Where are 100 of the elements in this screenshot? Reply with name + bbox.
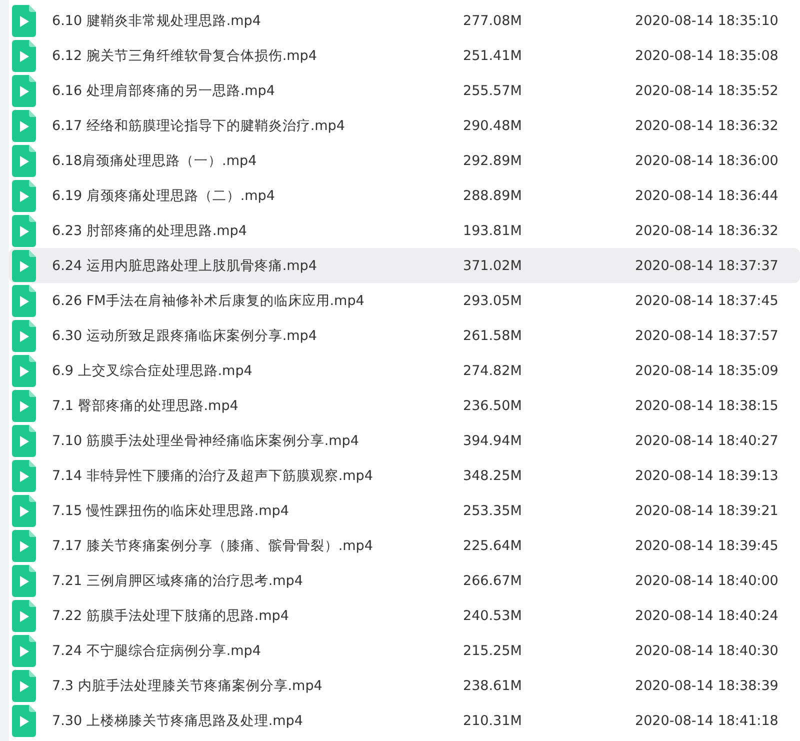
file-row[interactable]: 6.30 运动所致足跟疼痛临床案例分享.mp4 261.58M 2020-08-14 18:37:57 bbox=[9, 318, 800, 353]
file-size: 240.53M bbox=[463, 608, 523, 624]
file-name: 6.17 经络和筋膜理论指导下的腱鞘炎治疗.mp4 bbox=[52, 116, 346, 134]
modified-time: 2020-08-14 18:35:52 bbox=[635, 82, 778, 98]
file-name: 7.22 筋膜手法处理下肢痛的思路.mp4 bbox=[52, 606, 290, 624]
file-row[interactable]: 6.17 经络和筋膜理论指导下的腱鞘炎治疗.mp4 290.48M 2020-08-14 18:36:32 bbox=[9, 108, 800, 143]
video-file-icon bbox=[12, 354, 36, 386]
file-row[interactable]: 6.9 上交叉综合症处理思路.mp4 274.82M 2020-08-14 18:35:09 bbox=[9, 353, 800, 388]
file-size: 348.25M bbox=[463, 468, 523, 484]
file-row[interactable]: 7.1 臀部疼痛的处理思路.mp4 236.50M 2020-08-14 18:38:15 bbox=[9, 388, 800, 423]
file-name: 7.15 慢性踝扭伤的临床处理思路.mp4 bbox=[52, 502, 290, 520]
modified-time: 2020-08-14 18:40:27 bbox=[635, 432, 778, 448]
file-row[interactable]: 6.19 肩颈疼痛处理思路（二）.mp4 288.89M 2020-08-14 18:36:44 bbox=[9, 178, 800, 213]
file-row[interactable]: 6.10 腱鞘炎非常规处理思路.mp4 277.08M 2020-08-14 18:35:10 bbox=[9, 3, 800, 38]
file-row[interactable]: 7.21 三例肩胛区域疼痛的治疗思考.mp4 266.67M 2020-08-14 18:40:00 bbox=[9, 563, 800, 598]
file-name: 7.3 内脏手法处理膝关节疼痛案例分享.mp4 bbox=[52, 676, 324, 694]
file-size: 266.67M bbox=[463, 572, 523, 588]
file-size: 253.35M bbox=[463, 502, 523, 518]
video-file-icon bbox=[12, 284, 36, 316]
file-name: 7.14 非特异性下腰痛的治疗及超声下筋膜观察.mp4 bbox=[52, 466, 374, 484]
modified-time: 2020-08-14 18:39:13 bbox=[635, 468, 778, 484]
file-row[interactable]: 7.24 不宁腿综合症病例分享.mp4 215.25M 2020-08-14 18:40:30 bbox=[9, 633, 800, 668]
modified-time: 2020-08-14 18:40:24 bbox=[635, 608, 778, 624]
modified-time: 2020-08-14 18:36:44 bbox=[635, 188, 778, 204]
file-size: 261.58M bbox=[463, 328, 523, 344]
file-name: 7.21 三例肩胛区域疼痛的治疗思考.mp4 bbox=[52, 572, 304, 590]
video-file-icon bbox=[12, 214, 36, 246]
video-file-icon bbox=[12, 144, 36, 176]
file-row[interactable]: 7.15 慢性踝扭伤的临床处理思路.mp4 253.35M 2020-08-14 18:39:21 bbox=[9, 493, 800, 528]
video-file-icon bbox=[12, 634, 36, 666]
video-file-icon bbox=[12, 424, 36, 456]
file-size: 290.48M bbox=[463, 118, 523, 134]
file-row[interactable]: 7.14 非特异性下腰痛的治疗及超声下筋膜观察.mp4 348.25M 2020-08-14 18:39:13 bbox=[9, 458, 800, 493]
modified-time: 2020-08-14 18:37:37 bbox=[635, 258, 778, 274]
file-size: 274.82M bbox=[463, 362, 523, 378]
file-name: 6.10 腱鞘炎非常规处理思路.mp4 bbox=[52, 12, 262, 30]
modified-time: 2020-08-14 18:35:10 bbox=[635, 12, 778, 28]
modified-time: 2020-08-14 18:37:57 bbox=[635, 328, 778, 344]
file-size: 293.05M bbox=[463, 292, 523, 308]
file-size: 292.89M bbox=[463, 152, 523, 168]
file-row[interactable]: 6.16 处理肩部疼痛的另一思路.mp4 255.57M 2020-08-14 18:35:52 bbox=[9, 73, 800, 108]
modified-time: 2020-08-14 18:35:08 bbox=[635, 48, 778, 64]
modified-time: 2020-08-14 18:38:39 bbox=[635, 678, 778, 694]
file-size: 238.61M bbox=[463, 678, 523, 694]
file-name: 7.17 膝关节疼痛案例分享（膝痛、髌骨骨裂）.mp4 bbox=[52, 536, 374, 554]
file-row[interactable]: 7.3 内脏手法处理膝关节疼痛案例分享.mp4 238.61M 2020-08-14 18:38:39 bbox=[9, 668, 800, 703]
file-size: 394.94M bbox=[463, 432, 523, 448]
file-size: 277.08M bbox=[463, 12, 523, 28]
file-size: 225.64M bbox=[463, 538, 523, 554]
file-name: 6.19 肩颈疼痛处理思路（二）.mp4 bbox=[52, 186, 276, 204]
file-size: 236.50M bbox=[463, 398, 523, 414]
video-file-icon bbox=[12, 110, 36, 142]
video-file-icon bbox=[12, 74, 36, 106]
video-file-icon bbox=[12, 390, 36, 422]
file-row[interactable]: 6.12 腕关节三角纤维软骨复合体损伤.mp4 251.41M 2020-08-14 18:35:08 bbox=[9, 38, 800, 73]
file-size: 251.41M bbox=[463, 48, 523, 64]
video-file-icon bbox=[12, 494, 36, 526]
video-file-icon bbox=[12, 460, 36, 492]
file-row[interactable]: 7.30 上楼梯膝关节疼痛思路及处理.mp4 210.31M 2020-08-14 18:41:18 bbox=[9, 703, 800, 738]
file-row[interactable]: 6.18肩颈痛处理思路（一）.mp4 292.89M 2020-08-14 18:36:00 bbox=[9, 143, 800, 178]
file-size: 210.31M bbox=[463, 712, 523, 728]
file-size: 288.89M bbox=[463, 188, 523, 204]
modified-time: 2020-08-14 18:35:09 bbox=[635, 362, 778, 378]
modified-time: 2020-08-14 18:41:18 bbox=[635, 712, 778, 728]
modified-time: 2020-08-14 18:40:00 bbox=[635, 572, 778, 588]
file-row[interactable]: 6.23 肘部疼痛的处理思路.mp4 193.81M 2020-08-14 18:36:32 bbox=[9, 213, 800, 248]
video-file-icon bbox=[12, 600, 36, 632]
video-file-icon bbox=[12, 564, 36, 596]
file-name: 7.24 不宁腿综合症病例分享.mp4 bbox=[52, 642, 262, 660]
video-file-icon bbox=[12, 40, 36, 72]
file-name: 6.18肩颈痛处理思路（一）.mp4 bbox=[52, 152, 258, 170]
file-size: 255.57M bbox=[463, 82, 523, 98]
video-file-icon bbox=[12, 704, 36, 736]
file-row[interactable]: 7.10 筋膜手法处理坐骨神经痛临床案例分享.mp4 394.94M 2020-08-14 18:40:27 bbox=[9, 423, 800, 458]
file-row[interactable]: 7.17 膝关节疼痛案例分享（膝痛、髌骨骨裂）.mp4 225.64M 2020-08-14 18:39:45 bbox=[9, 528, 800, 563]
file-row[interactable]: 7.22 筋膜手法处理下肢痛的思路.mp4 240.53M 2020-08-14 18:40:24 bbox=[9, 598, 800, 633]
video-file-icon bbox=[12, 320, 36, 352]
modified-time: 2020-08-14 18:36:32 bbox=[635, 222, 778, 238]
modified-time: 2020-08-14 18:38:15 bbox=[635, 398, 778, 414]
file-name: 6.23 肘部疼痛的处理思路.mp4 bbox=[52, 222, 248, 240]
modified-time: 2020-08-14 18:39:45 bbox=[635, 538, 778, 554]
file-name: 6.9 上交叉综合症处理思路.mp4 bbox=[52, 362, 254, 380]
file-name: 6.26 FM手法在肩袖修补术后康复的临床应用.mp4 bbox=[52, 292, 366, 310]
file-name: 6.12 腕关节三角纤维软骨复合体损伤.mp4 bbox=[52, 46, 318, 64]
modified-time: 2020-08-14 18:36:32 bbox=[635, 118, 778, 134]
file-size: 371.02M bbox=[463, 258, 523, 274]
video-file-icon bbox=[12, 4, 36, 36]
video-file-icon bbox=[12, 670, 36, 702]
file-size: 215.25M bbox=[463, 642, 523, 658]
modified-time: 2020-08-14 18:40:30 bbox=[635, 642, 778, 658]
video-file-icon bbox=[12, 250, 36, 282]
file-row[interactable]: 6.24 运用内脏思路处理上肢肌骨疼痛.mp4 371.02M 2020-08-14 18:37:37 bbox=[9, 248, 800, 283]
file-name: 6.16 处理肩部疼痛的另一思路.mp4 bbox=[52, 82, 276, 100]
file-name: 7.30 上楼梯膝关节疼痛思路及处理.mp4 bbox=[52, 712, 304, 730]
file-name: 6.24 运用内脏思路处理上肢肌骨疼痛.mp4 bbox=[52, 256, 318, 274]
video-file-icon bbox=[12, 180, 36, 212]
file-row[interactable]: 6.26 FM手法在肩袖修补术后康复的临床应用.mp4 293.05M 2020-08-14 18:37:45 bbox=[9, 283, 800, 318]
file-name: 7.1 臀部疼痛的处理思路.mp4 bbox=[52, 396, 240, 414]
file-name: 7.10 筋膜手法处理坐骨神经痛临床案例分享.mp4 bbox=[52, 432, 360, 450]
video-file-icon bbox=[12, 530, 36, 562]
